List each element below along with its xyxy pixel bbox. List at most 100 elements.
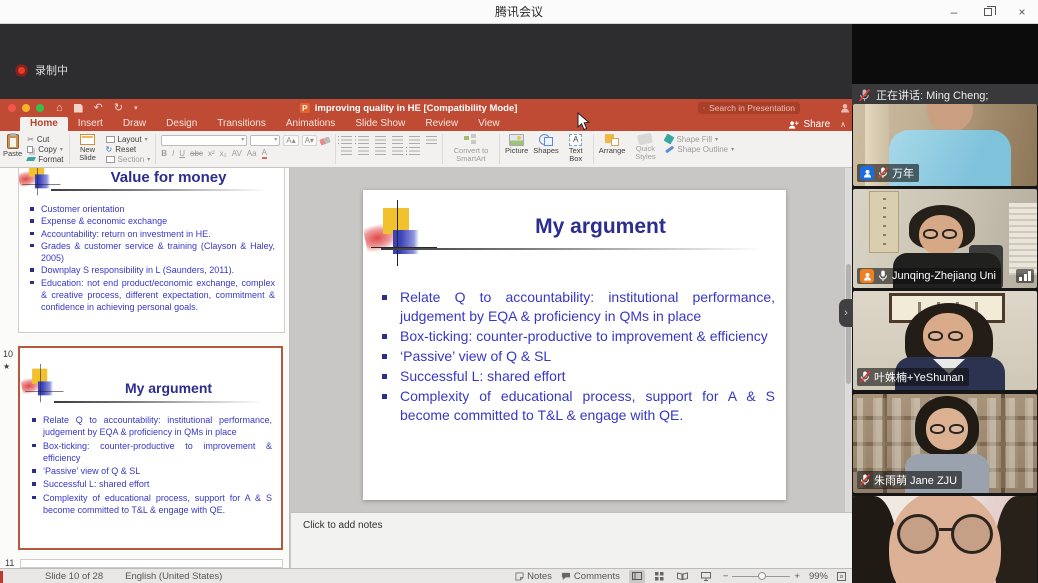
participant-tile[interactable] <box>853 496 1037 583</box>
subscript-button[interactable]: x₂ <box>220 149 227 158</box>
notes-pane[interactable]: Click to add notes <box>291 512 852 568</box>
bullets-button[interactable] <box>341 136 352 144</box>
share-button[interactable]: Share ∧ <box>788 119 846 130</box>
slide-sorter-view-button[interactable] <box>652 570 668 583</box>
bold-button[interactable]: B <box>161 149 167 158</box>
reset-button[interactable]: ↻Reset <box>106 144 151 154</box>
new-slide-button[interactable]: New Slide <box>75 133 101 165</box>
strikethrough-button[interactable]: abc <box>190 149 203 158</box>
tab-slide-show[interactable]: Slide Show <box>345 117 415 131</box>
mac-minimize-icon[interactable] <box>22 104 30 112</box>
cut-button[interactable]: ✂Cut <box>27 134 63 144</box>
arrange-button[interactable]: Arrange <box>599 133 626 165</box>
shape-fill-button[interactable]: Shape Fill▾ <box>665 134 734 144</box>
participant-tile[interactable]: 万年 <box>853 104 1037 186</box>
increase-indent-button[interactable] <box>392 136 403 144</box>
ribbon: Paste ✂Cut Copy▾ Format New Slide Layout… <box>0 131 852 168</box>
paste-button[interactable]: Paste <box>3 133 22 165</box>
undo-icon[interactable]: ↶ <box>94 103 103 114</box>
change-case-button[interactable]: Aa <box>247 149 257 158</box>
participant-name: 叶姝楠+YeShunan <box>874 369 964 385</box>
font-name-select[interactable] <box>161 135 247 146</box>
tab-transitions[interactable]: Transitions <box>207 117 276 131</box>
shapes-label: Shapes <box>533 147 558 155</box>
participant-tile[interactable]: 朱雨萌 Jane ZJU <box>853 394 1037 493</box>
convert-smartart-button[interactable]: Convert to SmartArt <box>448 133 494 165</box>
shapes-button[interactable]: Shapes <box>533 133 558 165</box>
align-left-button[interactable] <box>341 147 352 155</box>
language-label[interactable]: English (United States) <box>125 571 222 582</box>
maximize-button[interactable] <box>980 5 996 19</box>
format-painter-button[interactable]: Format <box>27 154 63 164</box>
clear-formatting-icon[interactable] <box>319 136 330 145</box>
slide-canvas[interactable]: My argument Relate Q to accountability: … <box>363 190 786 500</box>
qat-menu-icon[interactable]: ▾ <box>134 105 138 112</box>
participant-tile[interactable]: Junqing-Zhejiang Uni <box>853 189 1037 288</box>
section-button[interactable]: Section▾ <box>106 154 151 164</box>
tab-animations[interactable]: Animations <box>276 117 345 131</box>
numbering-button[interactable] <box>358 136 369 144</box>
mac-close-icon[interactable] <box>8 104 16 112</box>
quick-styles-button[interactable]: Quick Styles <box>630 133 660 165</box>
account-icon[interactable] <box>840 103 850 113</box>
italic-button[interactable]: I <box>172 149 174 158</box>
align-right-button[interactable] <box>375 147 386 155</box>
tab-home[interactable]: Home <box>20 117 68 131</box>
close-button[interactable]: × <box>1014 5 1030 19</box>
comments-icon <box>561 572 571 581</box>
zoom-level-label[interactable]: 99% <box>809 571 828 582</box>
picture-button[interactable]: Picture <box>505 133 528 165</box>
normal-view-button[interactable] <box>629 570 645 583</box>
copy-button[interactable]: Copy▾ <box>27 144 63 154</box>
underline-button[interactable]: U <box>179 149 185 158</box>
arrange-label: Arrange <box>599 147 626 155</box>
slide-11-thumbnail[interactable] <box>20 559 283 568</box>
slideshow-view-button[interactable] <box>698 570 714 583</box>
increase-font-button[interactable]: A▴ <box>283 135 298 146</box>
section-label: Section <box>118 155 145 164</box>
reading-view-button[interactable] <box>675 570 691 583</box>
tab-draw[interactable]: Draw <box>113 117 156 131</box>
notes-toggle-button[interactable]: Notes <box>515 571 552 582</box>
redo-icon[interactable]: ↻ <box>114 103 123 114</box>
tab-review[interactable]: Review <box>415 117 468 131</box>
decrease-font-button[interactable]: A▾ <box>302 135 317 146</box>
columns-button[interactable] <box>426 136 437 144</box>
line-spacing-button[interactable] <box>409 136 420 144</box>
search-input[interactable]: Search in Presentation <box>698 102 800 114</box>
bullet-item: Education: not end product/economic exch… <box>27 277 275 314</box>
slide-10-thumbnail[interactable]: My argument Relate Q to accountability: … <box>18 346 283 550</box>
fit-slide-button[interactable] <box>837 572 846 581</box>
bullet-item: Box-ticking: counter-productive to impro… <box>377 327 775 346</box>
text-box-button[interactable]: A Text Box <box>564 133 588 165</box>
tab-view[interactable]: View <box>468 117 510 131</box>
decrease-indent-button[interactable] <box>375 136 386 144</box>
home-icon[interactable]: ⌂ <box>56 103 63 114</box>
save-icon[interactable] <box>74 104 83 113</box>
font-color-button[interactable]: A <box>262 148 267 159</box>
layout-button[interactable]: Layout▾ <box>106 134 151 144</box>
zoom-slider[interactable] <box>732 576 790 577</box>
zoom-in-button[interactable]: + <box>794 571 800 582</box>
tab-insert[interactable]: Insert <box>68 117 113 131</box>
text-direction-button[interactable] <box>409 147 420 155</box>
shape-outline-button[interactable]: Shape Outline▾ <box>665 144 734 154</box>
participant-tile[interactable]: 叶姝楠+YeShunan <box>853 291 1037 390</box>
sidebar-collapse-button[interactable]: › <box>839 299 853 327</box>
zoom-slider-knob[interactable] <box>758 572 766 580</box>
slide-9-thumbnail[interactable]: Value for money Customer orientation Exp… <box>18 168 285 333</box>
justify-button[interactable] <box>392 147 403 155</box>
tab-design[interactable]: Design <box>156 117 207 131</box>
traffic-lights[interactable] <box>8 104 44 112</box>
mic-muted-icon <box>878 167 888 179</box>
vertical-scrollbar[interactable] <box>845 168 852 512</box>
font-size-select[interactable] <box>250 135 280 146</box>
superscript-button[interactable]: x² <box>208 149 215 158</box>
align-center-button[interactable] <box>358 147 369 155</box>
comments-toggle-button[interactable]: Comments <box>561 571 620 582</box>
character-spacing-button[interactable]: AV <box>232 149 242 158</box>
mac-zoom-icon[interactable] <box>36 104 44 112</box>
minimize-button[interactable]: – <box>946 5 962 19</box>
collapse-ribbon-icon[interactable]: ∧ <box>840 120 846 129</box>
zoom-out-button[interactable]: − <box>723 571 729 582</box>
